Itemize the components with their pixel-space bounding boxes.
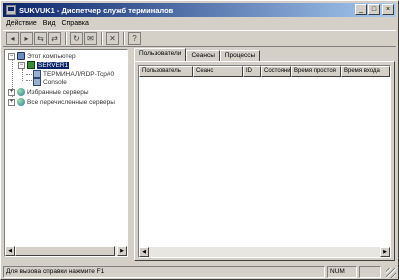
server-tree[interactable]: − Этот компьютер − SERVER1 ТЕРМИНАЛ/RDP-… — [5, 50, 127, 245]
column-header-session[interactable]: Сеанс — [193, 66, 243, 77]
column-headers: Пользователь Сеанс ID Состояние Время пр… — [139, 66, 390, 77]
tree-node-favorites[interactable]: + Избранные серверы — [8, 87, 89, 97]
connect-icon[interactable]: ⇆ — [34, 32, 47, 45]
tree-line — [26, 74, 32, 75]
forward-icon[interactable]: ▸ — [20, 32, 33, 45]
reset-icon[interactable]: ✕ — [106, 32, 119, 45]
column-header-state[interactable]: Состояние — [261, 66, 291, 77]
column-header-logon-time[interactable]: Время входа — [341, 66, 390, 77]
session-icon — [33, 78, 41, 86]
list-horizontal-scrollbar[interactable]: ◀ ▶ — [139, 247, 390, 257]
message-icon[interactable]: ✉ — [84, 32, 97, 45]
status-bar: Для вызова справки нажмите F1 NUM — [3, 266, 396, 278]
scroll-track[interactable] — [149, 247, 380, 257]
tree-horizontal-scrollbar[interactable]: ◀ ▶ — [5, 246, 127, 256]
tree-line — [26, 80, 32, 81]
scroll-thumb[interactable] — [15, 246, 115, 256]
toolbar-separator — [123, 32, 125, 45]
menu-bar: Действие Вид Справка — [3, 18, 92, 29]
tree-pane[interactable]: − Этот компьютер − SERVER1 ТЕРМИНАЛ/RDP-… — [4, 49, 128, 257]
tree-node-console[interactable]: Console — [33, 77, 67, 87]
resize-grip-icon[interactable] — [386, 268, 396, 278]
tab-users[interactable]: Пользователи — [134, 48, 187, 61]
scroll-right-icon[interactable]: ▶ — [380, 247, 390, 257]
toolbar-separator — [101, 32, 103, 45]
tab-sessions[interactable]: Сеансы — [186, 50, 220, 61]
num-lock-indicator: NUM — [327, 266, 357, 278]
column-header-id[interactable]: ID — [243, 66, 261, 77]
menu-help[interactable]: Справка — [58, 20, 91, 27]
tree-node-all-servers[interactable]: + Все перечисленные серверы — [8, 97, 115, 107]
globe-icon — [17, 88, 25, 96]
globe-icon — [17, 98, 25, 106]
tree-node-label: Этот компьютер — [27, 52, 76, 60]
menu-action[interactable]: Действие — [3, 20, 40, 27]
column-header-idle-time[interactable]: Время простоя — [291, 66, 341, 77]
title-bar[interactable]: SUKVUK1 - Диспетчер служб терминалов _ □… — [3, 3, 396, 17]
scroll-right-icon[interactable]: ▶ — [117, 246, 127, 256]
tree-line — [22, 69, 23, 81]
window-title: SUKVUK1 - Диспетчер служб терминалов — [19, 5, 174, 15]
tree-node-label: Все перечисленные серверы — [27, 98, 115, 106]
server-icon — [27, 61, 35, 69]
tree-node-label: Избранные серверы — [27, 88, 89, 96]
status-panel-empty — [359, 266, 381, 278]
terminal-services-icon — [6, 5, 16, 15]
tab-panel: Пользователь Сеанс ID Состояние Время пр… — [134, 61, 395, 261]
toolbar-separator — [65, 32, 67, 45]
tab-strip: Пользователи Сеансы Процессы — [134, 48, 261, 61]
tree-node-label: Console — [43, 78, 67, 86]
back-icon[interactable]: ◂ — [6, 32, 19, 45]
help-icon[interactable]: ? — [128, 32, 141, 45]
users-list[interactable]: Пользователь Сеанс ID Состояние Время пр… — [138, 65, 391, 258]
column-header-user[interactable]: Пользователь — [139, 66, 193, 77]
tree-node-label: SERVER1 — [37, 61, 70, 69]
collapse-icon[interactable]: − — [18, 61, 25, 69]
minimize-button[interactable]: _ — [355, 4, 367, 15]
expand-icon[interactable]: + — [8, 98, 15, 106]
computer-icon — [17, 52, 25, 60]
toolbar: ◂ ▸ ⇆ ⇄ ↻ ✉ ✕ ? — [3, 30, 396, 47]
maximize-button[interactable]: □ — [368, 4, 380, 15]
details-pane: Пользователи Сеансы Процессы Пользовател… — [132, 48, 396, 263]
expand-icon[interactable]: + — [8, 88, 15, 96]
scroll-left-icon[interactable]: ◀ — [5, 246, 15, 256]
close-button[interactable]: × — [382, 4, 394, 15]
status-message: Для вызова справки нажмите F1 — [3, 266, 325, 278]
scroll-left-icon[interactable]: ◀ — [139, 247, 149, 257]
collapse-icon[interactable]: − — [8, 52, 15, 60]
menu-view[interactable]: Вид — [40, 20, 59, 27]
tab-processes[interactable]: Процессы — [219, 50, 261, 61]
app-window: SUKVUK1 - Диспетчер служб терминалов _ □… — [0, 0, 399, 280]
disconnect-icon[interactable]: ⇄ — [48, 32, 61, 45]
refresh-icon[interactable]: ↻ — [70, 32, 83, 45]
